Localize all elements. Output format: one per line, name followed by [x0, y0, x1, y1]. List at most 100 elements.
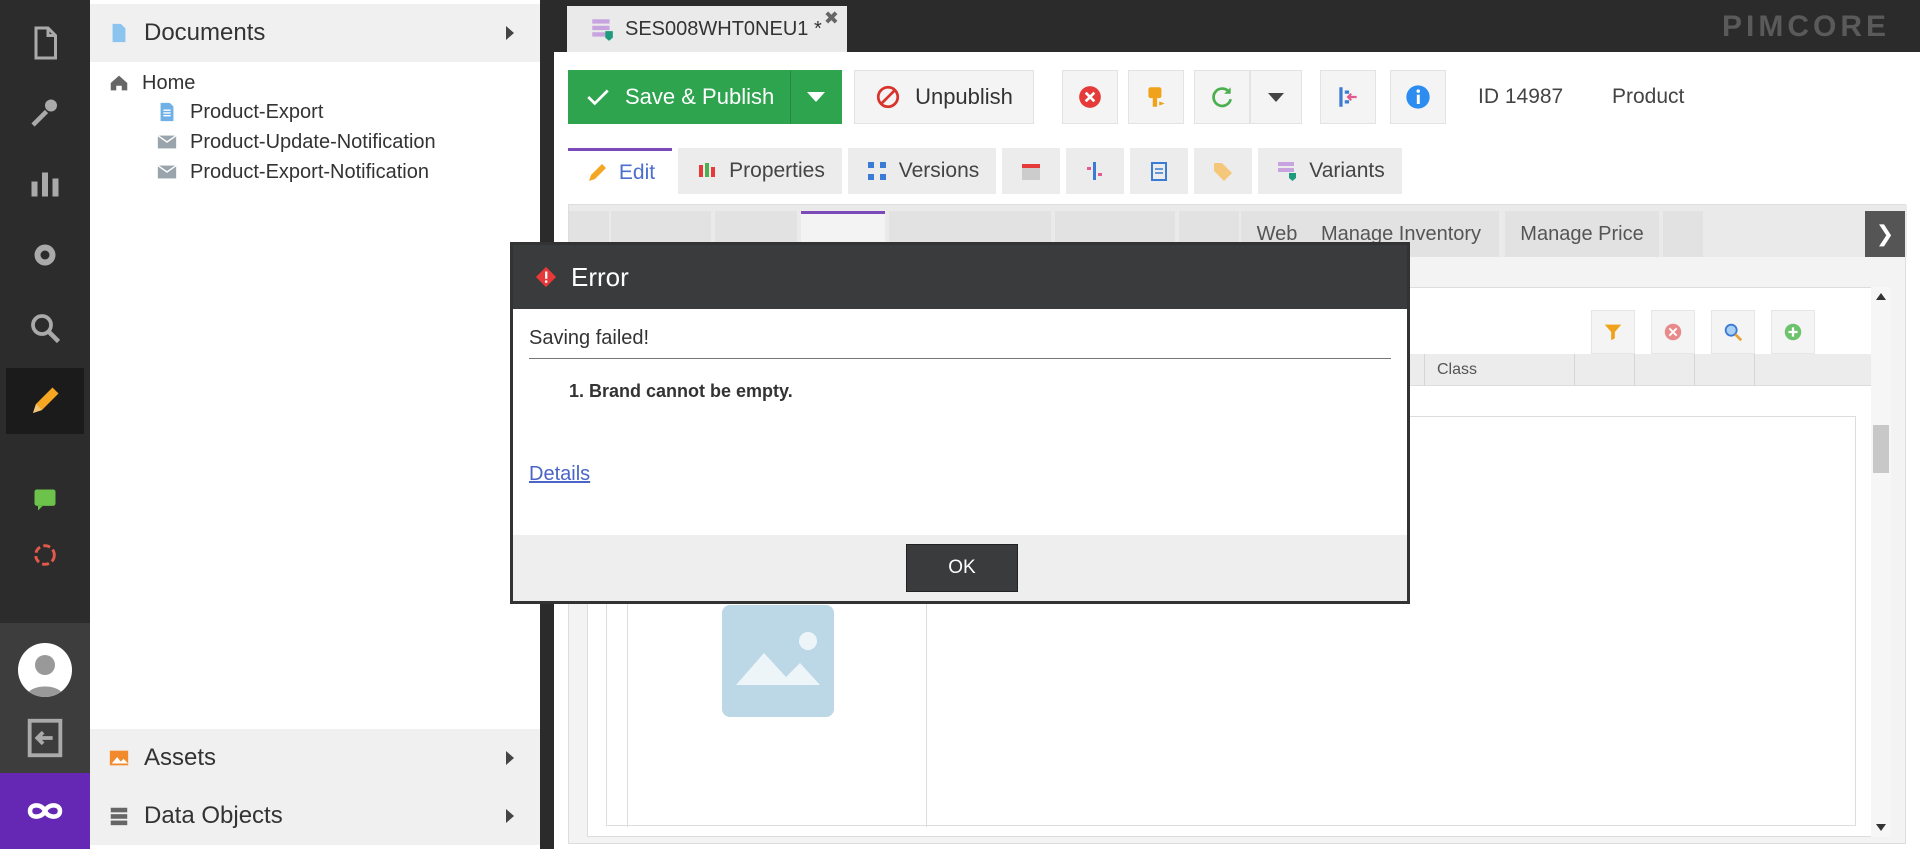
- tab-tags[interactable]: [1194, 148, 1252, 194]
- error-dialog-title: Error: [571, 261, 629, 292]
- chat-icon[interactable]: [0, 480, 90, 520]
- column-action-1: [1574, 354, 1634, 386]
- caret-down-icon: [807, 92, 825, 102]
- tree-item-product-export[interactable]: Product-Export: [156, 97, 323, 127]
- documents-accordion[interactable]: Documents: [90, 4, 540, 62]
- data-objects-accordion[interactable]: Data Objects: [90, 787, 540, 845]
- column-action-4: [1754, 354, 1814, 386]
- properties-icon: [699, 163, 716, 177]
- edit-pencil-icon[interactable]: [6, 368, 84, 434]
- variants-icon: [1278, 162, 1297, 181]
- tree-item-label: Product-Update-Notification: [190, 130, 436, 153]
- details-link[interactable]: Details: [529, 463, 590, 486]
- key-icon: [1148, 87, 1165, 107]
- ban-icon: [876, 85, 900, 109]
- assets-accordion[interactable]: Assets: [90, 729, 540, 787]
- close-icon[interactable]: ✖: [824, 8, 839, 29]
- divider: [529, 358, 1391, 359]
- unpublish-button[interactable]: Unpublish: [854, 70, 1034, 124]
- tree-panel: Documents Home Product-Export Product-Up…: [90, 0, 540, 849]
- add-button[interactable]: [1771, 310, 1815, 354]
- scroll-up-icon[interactable]: [1876, 293, 1886, 300]
- column-action-3: [1694, 354, 1754, 386]
- check-icon: [587, 89, 609, 106]
- delete-button[interactable]: [1062, 70, 1118, 124]
- save-publish-button[interactable]: Save & Publish: [568, 70, 790, 124]
- avatar[interactable]: [18, 643, 72, 697]
- dependencies-icon: [1087, 162, 1102, 180]
- save-dropdown-button[interactable]: [790, 70, 842, 124]
- tab-dependencies[interactable]: [1066, 148, 1124, 194]
- scrollbar-thumb[interactable]: [1873, 425, 1889, 473]
- tree-locate-icon: [1339, 87, 1357, 107]
- image-icon: [109, 750, 129, 766]
- subtab-manage-price[interactable]: Manage Price: [1505, 211, 1659, 257]
- filter-button[interactable]: [1591, 310, 1635, 354]
- tree-item-product-export-notification[interactable]: Product-Export-Notification: [156, 157, 429, 187]
- save-publish-label: Save & Publish: [625, 84, 775, 109]
- assets-label: Assets: [144, 744, 217, 771]
- search-icon[interactable]: [0, 295, 90, 361]
- email-icon: [157, 165, 177, 179]
- scroll-down-icon[interactable]: [1876, 824, 1886, 831]
- sync-icon[interactable]: [0, 535, 90, 575]
- tab-notes[interactable]: [1130, 148, 1188, 194]
- tools-icon[interactable]: [0, 80, 90, 146]
- error-dialog: Error Saving failed! 1. Brand cannot be …: [510, 242, 1410, 604]
- chevron-right-icon: ❯: [1875, 221, 1895, 246]
- tab-edit[interactable]: Edit: [568, 148, 672, 194]
- show-in-tree-button[interactable]: [1320, 70, 1376, 124]
- tab-versions[interactable]: Versions: [848, 148, 996, 194]
- reload-icon: [1212, 87, 1232, 108]
- pimcore-logo: PIMCORE: [1721, 10, 1890, 43]
- tab-edit-label: Edit: [618, 160, 656, 184]
- info-button[interactable]: [1390, 70, 1446, 124]
- clear-button[interactable]: [1651, 310, 1695, 354]
- editor-tabs: Edit Properties Versions Variants: [554, 148, 1920, 194]
- reload-button[interactable]: [1194, 70, 1250, 124]
- search-icon: [1724, 323, 1743, 342]
- object-icon: [592, 19, 613, 41]
- caret-down-icon: [1268, 92, 1284, 102]
- documents-label: Documents: [144, 19, 266, 46]
- vertical-scrollbar[interactable]: [1871, 287, 1891, 837]
- warning-icon: [535, 266, 557, 288]
- object-id-label: ID 14987: [1478, 85, 1564, 108]
- delete-icon: [1079, 86, 1101, 108]
- tab-versions-label: Versions: [898, 159, 980, 182]
- add-icon: [1784, 323, 1802, 341]
- error-dialog-header: Error: [513, 245, 1407, 309]
- error-item: 1. Brand cannot be empty.: [569, 381, 793, 401]
- pimcore-brand-icon[interactable]: [0, 773, 90, 849]
- tab-properties[interactable]: Properties: [678, 148, 842, 194]
- document-icon: [112, 23, 126, 43]
- reload-dropdown-button[interactable]: [1250, 70, 1302, 124]
- chevron-right-icon: [506, 751, 514, 765]
- document-tab[interactable]: SES008WHT0NEU1 * ✖: [567, 6, 847, 52]
- tab-variants[interactable]: Variants: [1258, 148, 1402, 194]
- tab-schedule[interactable]: [1002, 148, 1060, 194]
- document-tab-label: SES008WHT0NEU1 *: [625, 17, 822, 40]
- settings-icon[interactable]: [0, 222, 90, 288]
- ok-button[interactable]: OK: [906, 544, 1018, 592]
- calendar-icon: [1022, 164, 1040, 180]
- column-class[interactable]: Class: [1424, 354, 1574, 386]
- subtab-partial[interactable]: [1663, 211, 1703, 257]
- reports-icon[interactable]: [0, 150, 90, 216]
- column-action-2: [1634, 354, 1694, 386]
- error-dialog-footer: OK: [513, 535, 1407, 601]
- tree-item-home[interactable]: Home: [108, 68, 195, 98]
- chevron-right-icon: [506, 809, 514, 823]
- subtab-scroll-right[interactable]: ❯: [1865, 211, 1905, 257]
- logout-icon[interactable]: [22, 715, 68, 761]
- tab-variants-label: Variants: [1309, 159, 1385, 182]
- unpublish-label: Unpublish: [915, 84, 1013, 109]
- pencil-icon: [588, 163, 606, 181]
- tree-item-label: Home: [142, 71, 196, 94]
- documents-icon[interactable]: [0, 10, 90, 76]
- rename-key-button[interactable]: [1128, 70, 1184, 124]
- home-icon: [110, 75, 128, 91]
- tree-item-product-update-notification[interactable]: Product-Update-Notification: [156, 127, 436, 157]
- search-button[interactable]: [1711, 310, 1755, 354]
- database-icon: [110, 807, 128, 826]
